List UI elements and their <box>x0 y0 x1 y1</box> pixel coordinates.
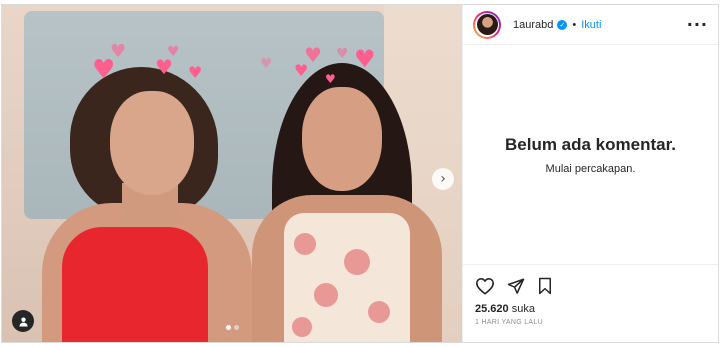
avatar-image <box>476 14 498 35</box>
share-icon <box>507 278 525 294</box>
heart-icon <box>476 277 494 295</box>
carousel-indicator <box>226 325 239 330</box>
post-media[interactable]: ♥ ♥ ♥ ♥ ♥ ♥ ♥ ♥ ♥ ♥ ♥ › <box>2 5 462 342</box>
follow-button[interactable]: Ikuti <box>581 19 601 31</box>
dress-flower <box>294 233 316 255</box>
avatar-frame <box>475 12 499 37</box>
heart-sticker: ♥ <box>354 45 376 73</box>
user-tag-icon <box>18 316 28 327</box>
dress-flower <box>314 283 338 307</box>
dress-flower <box>344 249 370 275</box>
save-button[interactable] <box>537 277 553 295</box>
person-right-face <box>302 87 382 191</box>
post-actions: 25.620 suka 1 HARI YANG LALU <box>463 264 718 342</box>
heart-sticker: ♥ <box>260 56 273 72</box>
next-slide-button[interactable]: › <box>432 168 454 190</box>
person-right-dress <box>284 213 410 342</box>
avatar[interactable] <box>473 10 501 39</box>
username-link[interactable]: 1aurabd <box>513 19 553 31</box>
heart-sticker: ♥ <box>155 55 173 79</box>
user-tags-button[interactable] <box>12 310 34 332</box>
carousel-dot <box>226 325 231 330</box>
likes-number: 25.620 <box>475 303 509 315</box>
heart-sticker: ♥ <box>188 63 203 82</box>
header-separator: • <box>572 18 577 31</box>
heart-sticker: ♥ <box>110 41 127 62</box>
verified-icon: ✓ <box>557 19 568 30</box>
like-button[interactable] <box>475 277 495 295</box>
share-button[interactable] <box>507 277 525 295</box>
heart-sticker: ♥ <box>336 46 349 62</box>
carousel-dot <box>234 325 239 330</box>
more-icon[interactable]: ··· <box>687 15 708 34</box>
action-bar <box>475 275 708 297</box>
person-left-dress <box>62 227 208 342</box>
heart-sticker: ♥ <box>304 43 322 67</box>
comments-section: Belum ada komentar. Mulai percakapan. <box>463 45 718 264</box>
post-sidebar: 1aurabd ✓ • Ikuti ··· Belum ada komentar… <box>462 5 718 342</box>
empty-comments-subtitle: Mulai percakapan. <box>545 162 636 175</box>
likes-suffix: suka <box>511 303 535 315</box>
bookmark-icon <box>539 277 551 295</box>
post-container: ♥ ♥ ♥ ♥ ♥ ♥ ♥ ♥ ♥ ♥ ♥ › 1aurabd ✓ • Ikut… <box>1 4 719 343</box>
post-header: 1aurabd ✓ • Ikuti ··· <box>463 5 718 45</box>
heart-sticker: ♥ <box>167 44 180 60</box>
person-left-face <box>110 91 194 195</box>
dress-flower <box>292 317 312 337</box>
empty-comments-title: Belum ada komentar. <box>504 134 676 154</box>
post-timestamp: 1 HARI YANG LALU <box>475 319 543 326</box>
chevron-right-icon: › <box>440 171 446 187</box>
dress-flower <box>368 301 390 323</box>
likes-count[interactable]: 25.620 suka <box>475 303 708 315</box>
heart-sticker: ♥ <box>325 72 336 86</box>
